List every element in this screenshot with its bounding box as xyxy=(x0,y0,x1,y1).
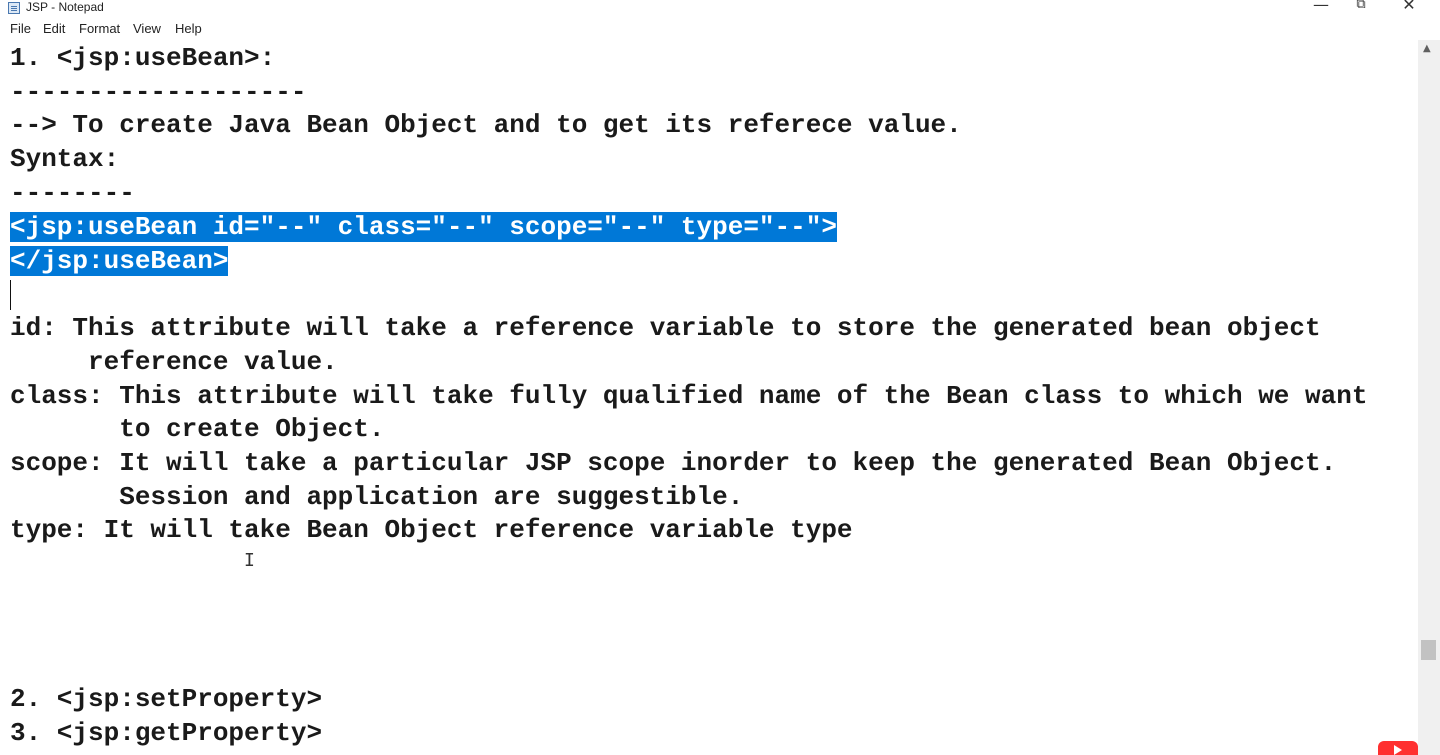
close-button[interactable]: ✕ xyxy=(1386,0,1432,16)
menu-format[interactable]: Format xyxy=(79,21,120,37)
menu-help[interactable]: Help xyxy=(175,21,202,37)
text-line: 2. <jsp:setProperty> xyxy=(10,684,323,714)
text-line: Syntax: xyxy=(10,144,120,174)
text-line: -------- xyxy=(10,178,135,208)
window-title: JSP - Notepad xyxy=(26,0,104,14)
title-bar: JSP - Notepad — ⧉ ✕ xyxy=(0,0,1440,16)
text-line: type: It will take Bean Object reference… xyxy=(10,515,853,545)
scroll-up-arrow-icon[interactable]: ▲ xyxy=(1423,43,1431,54)
text-line: reference value. xyxy=(10,347,338,377)
text-line: scope: It will take a particular JSP sco… xyxy=(10,448,1337,478)
selected-line: </jsp:useBean> xyxy=(10,246,229,276)
text-line: 3. <jsp:getProperty> xyxy=(10,718,323,748)
text-selection: </jsp:useBean> xyxy=(10,246,229,276)
text-editor[interactable]: 1. <jsp:useBean>: ------------------- --… xyxy=(0,40,1418,755)
text-line: --> To create Java Bean Object and to ge… xyxy=(10,110,962,140)
menu-view[interactable]: View xyxy=(133,21,161,37)
menu-edit[interactable]: Edit xyxy=(43,21,65,37)
menu-bar: File Edit Format View Help xyxy=(0,18,1440,41)
vertical-scrollbar[interactable]: ▲ xyxy=(1418,40,1440,755)
youtube-logo-icon xyxy=(1378,741,1418,755)
i-beam-cursor-icon: I xyxy=(244,550,255,571)
menu-file[interactable]: File xyxy=(10,21,31,37)
scroll-thumb[interactable] xyxy=(1421,640,1436,660)
text-line: 1. <jsp:useBean>: xyxy=(10,43,276,73)
selected-line: <jsp:useBean id="--" class="--" scope="-… xyxy=(10,212,837,242)
text-line: id: This attribute will take a reference… xyxy=(10,313,1321,343)
text-line: ------------------- xyxy=(10,77,307,107)
text-line: to create Object. xyxy=(10,414,385,444)
notepad-icon xyxy=(8,2,20,14)
text-selection: <jsp:useBean id="--" class="--" scope="-… xyxy=(10,212,837,242)
text-caret xyxy=(10,280,11,310)
maximize-button[interactable]: ⧉ xyxy=(1338,0,1384,16)
text-line: Session and application are suggestible. xyxy=(10,482,744,512)
text-line: class: This attribute will take fully qu… xyxy=(10,381,1368,411)
